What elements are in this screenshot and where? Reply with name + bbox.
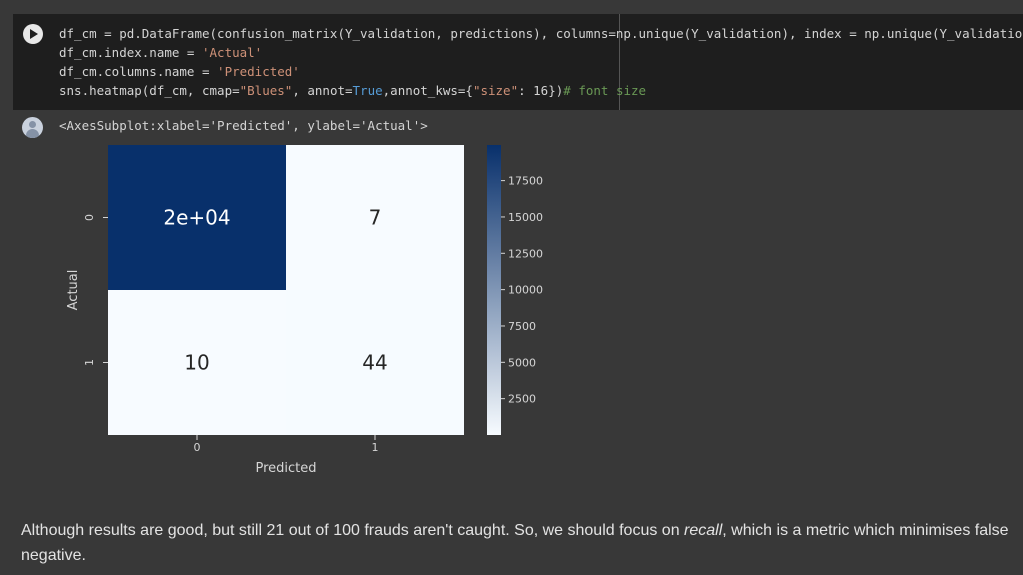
- cell-output-text: <AxesSubplot:xlabel='Predicted', ylabel=…: [59, 118, 428, 133]
- x-axis-label: Predicted: [255, 461, 316, 476]
- y-axis-label: Actual: [66, 270, 81, 311]
- code-line: df_cm = pd.DataFrame(confusion_matrix(Y_…: [59, 24, 1023, 43]
- prose-emphasis: recall: [684, 522, 723, 539]
- colorbar-tick-label: 2500: [508, 393, 536, 406]
- code-token: , annot=: [292, 83, 353, 98]
- colorbar: [487, 145, 501, 435]
- output-avatar-icon: [22, 117, 43, 138]
- code-line: df_cm.index.name = 'Actual': [59, 43, 1023, 62]
- x-tick-label: 1: [372, 441, 379, 454]
- play-icon: [30, 29, 38, 39]
- cell-annotation: 7: [369, 206, 382, 230]
- markdown-text: Although results are good, but still 21 …: [21, 518, 1016, 568]
- y-tick-label: 1: [83, 359, 96, 366]
- code-token: : 16}): [518, 83, 564, 98]
- colorbar-tick-label: 7500: [508, 320, 536, 333]
- prose-before: Although results are good, but still 21 …: [21, 522, 685, 539]
- code-token: df_cm = pd.DataFrame(confusion_matrix(Y_…: [59, 26, 1023, 41]
- colorbar-tick-label: 15000: [508, 211, 543, 224]
- heatmap-chart: 2e+04 710 440 101PredictedActual25005000750…: [66, 145, 543, 476]
- cell-annotation: 44: [362, 351, 387, 375]
- code-token: # font size: [563, 83, 647, 98]
- code-token: ,annot_kws={: [382, 83, 473, 98]
- colorbar-tick-label: 17500: [508, 175, 543, 188]
- heatmap-figure: 2e+04 7 10 44 0 1 0 1 Predicted Actual 2500 5000 750…: [60, 140, 580, 485]
- code-token: "Blues": [239, 83, 293, 98]
- cell-annotation: 2e+04: [163, 206, 230, 230]
- code-line: df_cm.columns.name = 'Predicted': [59, 62, 1023, 81]
- code-token: df_cm.columns.name =: [59, 64, 218, 79]
- code-token: sns.heatmap(df_cm, cmap=: [59, 83, 240, 98]
- colorbar-tick-label: 10000: [508, 284, 543, 297]
- colorbar-tick-label: 12500: [508, 247, 543, 260]
- code-editor[interactable]: df_cm = pd.DataFrame(confusion_matrix(Y_…: [59, 24, 1023, 100]
- code-line: sns.heatmap(df_cm, cmap="Blues", annot=T…: [59, 81, 1023, 100]
- colorbar-tick-label: 5000: [508, 356, 536, 369]
- code-token: df_cm.index.name =: [59, 45, 202, 60]
- y-tick-label: 0: [83, 214, 96, 221]
- code-token: "size": [472, 83, 519, 98]
- code-token: 'Actual': [202, 45, 263, 60]
- code-token: True: [352, 83, 383, 98]
- run-cell-button[interactable]: [23, 24, 43, 44]
- x-tick-label: 0: [194, 441, 201, 454]
- cell-annotation: 10: [184, 351, 209, 375]
- code-token: 'Predicted': [217, 64, 300, 79]
